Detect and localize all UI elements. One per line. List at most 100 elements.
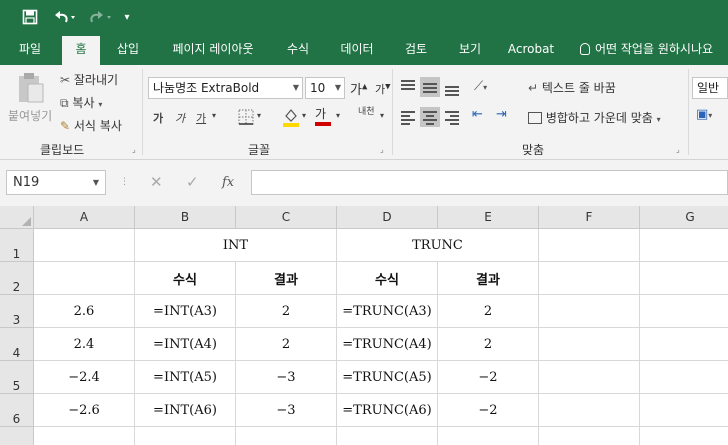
tell-me-search[interactable]: 어떤 작업을 원하시나요 xyxy=(580,33,713,65)
cell-g2[interactable] xyxy=(640,262,728,295)
align-center-icon[interactable] xyxy=(420,107,440,127)
customize-toolbar-icon[interactable]: ▾ xyxy=(120,7,134,27)
accounting-format-icon[interactable]: ▣▾ xyxy=(696,107,712,122)
cell-d7[interactable] xyxy=(337,427,438,445)
cell-a3[interactable]: 2.6 xyxy=(34,295,135,328)
undo-icon[interactable] xyxy=(50,7,78,27)
tab-data[interactable]: 데이터 xyxy=(330,33,384,65)
cell-d2[interactable]: 수식 xyxy=(337,262,438,295)
font-name-combo[interactable]: 나눔명조 ExtraBold ▼ xyxy=(148,77,303,99)
font-launcher-icon[interactable]: ⌟ xyxy=(380,145,384,154)
underline-dropdown-icon[interactable]: ▾ xyxy=(212,111,216,120)
grow-font-button[interactable]: 가▲ xyxy=(350,79,367,98)
cell-a2[interactable] xyxy=(34,262,135,295)
save-icon[interactable] xyxy=(20,7,40,27)
cell-a6[interactable]: −2.6 xyxy=(34,394,135,427)
align-bottom-icon[interactable] xyxy=(442,77,462,97)
cell-f4[interactable] xyxy=(539,328,640,361)
cell-g7[interactable] xyxy=(640,427,728,445)
cell-b6[interactable]: =INT(A6) xyxy=(135,394,236,427)
cell-g5[interactable] xyxy=(640,361,728,394)
tab-file[interactable]: 파일 xyxy=(8,33,52,65)
enter-icon[interactable]: ✓ xyxy=(186,170,199,195)
column-header-e[interactable]: E xyxy=(438,206,539,229)
tab-insert[interactable]: 삽입 xyxy=(106,33,150,65)
alignment-launcher-icon[interactable]: ⌟ xyxy=(676,145,680,154)
align-top-icon[interactable] xyxy=(398,77,418,97)
cell-f1[interactable] xyxy=(539,229,640,262)
name-box[interactable]: N19 ▼ xyxy=(6,170,106,195)
column-header-d[interactable]: D xyxy=(337,206,438,229)
format-painter-button[interactable]: ✎ 서식 복사 xyxy=(60,117,122,134)
number-format-combo[interactable]: 일반 xyxy=(692,77,728,99)
tab-review[interactable]: 검토 xyxy=(394,33,438,65)
paste-button[interactable]: 붙여넣기 xyxy=(8,107,52,124)
cell-d1-trunc-header[interactable]: TRUNC xyxy=(337,229,539,262)
cell-f3[interactable] xyxy=(539,295,640,328)
cell-c7[interactable] xyxy=(236,427,337,445)
cell-e2[interactable]: 결과 xyxy=(438,262,539,295)
wrap-text-button[interactable]: ↵ 텍스트 줄 바꿈 xyxy=(528,79,616,96)
bold-button[interactable]: 가 xyxy=(153,110,163,126)
cell-f6[interactable] xyxy=(539,394,640,427)
cell-f7[interactable] xyxy=(539,427,640,445)
column-header-c[interactable]: C xyxy=(236,206,337,229)
cell-e4[interactable]: 2 xyxy=(438,328,539,361)
cell-e5[interactable]: −2 xyxy=(438,361,539,394)
cell-b3[interactable]: =INT(A3) xyxy=(135,295,236,328)
font-color-icon[interactable]: 가 xyxy=(315,107,331,126)
borders-dropdown-icon[interactable]: ▾ xyxy=(257,111,261,120)
cell-b1-int-header[interactable]: INT xyxy=(135,229,337,262)
font-size-combo[interactable]: 10 ▼ xyxy=(305,77,345,99)
cell-a1[interactable] xyxy=(34,229,135,262)
cell-d3[interactable]: =TRUNC(A3) xyxy=(337,295,438,328)
cell-c6[interactable]: −3 xyxy=(236,394,337,427)
cell-d5[interactable]: =TRUNC(A5) xyxy=(337,361,438,394)
insert-function-icon[interactable]: fx xyxy=(222,170,234,195)
cell-e6[interactable]: −2 xyxy=(438,394,539,427)
formula-input[interactable] xyxy=(251,170,728,195)
cell-b2[interactable]: 수식 xyxy=(135,262,236,295)
tab-formulas[interactable]: 수식 xyxy=(276,33,320,65)
row-header-3[interactable]: 3 xyxy=(0,295,34,328)
row-header-5[interactable]: 5 xyxy=(0,361,34,394)
merge-center-button[interactable]: 병합하고 가운데 맞춤 ▾ xyxy=(528,109,661,126)
cell-e7[interactable] xyxy=(438,427,539,445)
increase-indent-icon[interactable]: ⇥ xyxy=(496,107,507,122)
cell-f5[interactable] xyxy=(539,361,640,394)
row-header-1[interactable]: 1 xyxy=(0,229,34,262)
paste-icon[interactable] xyxy=(16,71,46,108)
decrease-indent-icon[interactable]: ⇤ xyxy=(472,107,483,122)
shrink-font-button[interactable]: 가▼ xyxy=(375,81,391,97)
clipboard-launcher-icon[interactable]: ⌟ xyxy=(132,145,136,154)
align-left-icon[interactable] xyxy=(398,107,418,127)
cell-c3[interactable]: 2 xyxy=(236,295,337,328)
tab-page-layout[interactable]: 페이지 레이아웃 xyxy=(160,33,266,65)
cell-c2[interactable]: 결과 xyxy=(236,262,337,295)
orientation-icon[interactable]: ⟋▾ xyxy=(474,79,487,94)
cell-g1[interactable] xyxy=(640,229,728,262)
cell-c4[interactable]: 2 xyxy=(236,328,337,361)
align-middle-icon[interactable] xyxy=(420,77,440,97)
cell-d4[interactable]: =TRUNC(A4) xyxy=(337,328,438,361)
borders-icon[interactable] xyxy=(238,109,254,128)
tab-view[interactable]: 보기 xyxy=(448,33,492,65)
cell-d6[interactable]: =TRUNC(A6) xyxy=(337,394,438,427)
underline-button[interactable]: 가 xyxy=(196,110,206,126)
row-header-7[interactable] xyxy=(0,427,34,445)
cell-b5[interactable]: =INT(A5) xyxy=(135,361,236,394)
row-header-2[interactable]: 2 xyxy=(0,262,34,295)
cell-b7[interactable] xyxy=(135,427,236,445)
font-color-dropdown-icon[interactable]: ▾ xyxy=(336,111,340,120)
cell-e3[interactable]: 2 xyxy=(438,295,539,328)
cell-g3[interactable] xyxy=(640,295,728,328)
cell-b4[interactable]: =INT(A4) xyxy=(135,328,236,361)
redo-icon[interactable] xyxy=(86,7,114,27)
tab-acrobat[interactable]: Acrobat xyxy=(502,33,560,65)
cell-g4[interactable] xyxy=(640,328,728,361)
cancel-icon[interactable]: ✕ xyxy=(150,170,163,195)
select-all-corner[interactable] xyxy=(0,206,34,229)
cell-g6[interactable] xyxy=(640,394,728,427)
cell-c5[interactable]: −3 xyxy=(236,361,337,394)
fill-color-icon[interactable] xyxy=(282,107,300,130)
